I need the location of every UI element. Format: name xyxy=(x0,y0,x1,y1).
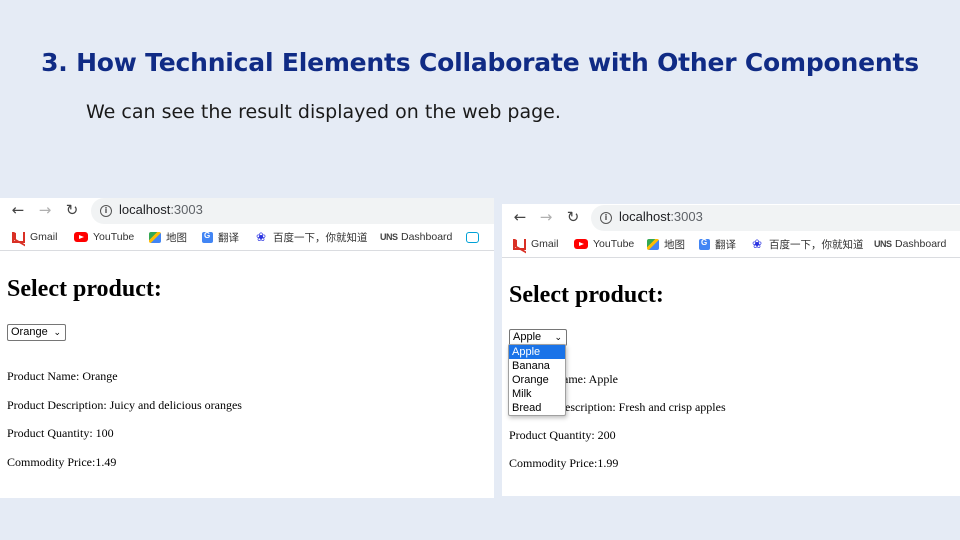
baidu-icon: ❀ xyxy=(752,236,763,251)
dashboard-icon: UNS xyxy=(380,231,398,242)
product-description: escription: Fresh and crisp apples xyxy=(565,400,726,414)
arrow-left-icon[interactable]: ← xyxy=(8,200,28,220)
address-bar[interactable]: i localhost:3003 xyxy=(591,205,960,231)
bookmark-maps[interactable]: 地图 xyxy=(647,237,685,251)
bilibili-icon xyxy=(466,231,479,243)
product-price: Commodity Price:1.99 xyxy=(509,456,619,470)
gmail-icon xyxy=(513,238,526,250)
product-name: Product Name: Orange xyxy=(7,369,118,383)
product-select[interactable]: Orange ⌄ xyxy=(7,324,66,341)
url-text: localhost:3003 xyxy=(619,209,703,224)
browser-screenshot-left: ← → ↻ i localhost:3003 Gmail YouTube 地图 … xyxy=(0,198,494,498)
bookmark-translate[interactable]: 翻译 xyxy=(699,237,736,251)
product-name: ame: Apple xyxy=(563,372,618,386)
address-bar[interactable]: i localhost:3003 xyxy=(91,198,494,224)
product-quantity: Product Quantity: 200 xyxy=(509,428,616,442)
info-icon[interactable]: i xyxy=(600,212,612,224)
browser-screenshot-right: ← → ↻ i localhost:3003 Gmail YouTube 地图 … xyxy=(502,204,960,496)
page-heading: Select product: xyxy=(509,282,664,308)
reload-icon[interactable]: ↻ xyxy=(62,200,82,220)
browser-toolbar: ← → ↻ i localhost:3003 xyxy=(502,205,960,231)
bookmark-dashboard[interactable]: UNS Dashboard xyxy=(380,230,452,244)
arrow-right-icon[interactable]: → xyxy=(536,207,556,227)
info-icon[interactable]: i xyxy=(100,205,112,217)
bookmark-gmail[interactable]: Gmail xyxy=(12,230,57,244)
maps-icon xyxy=(149,231,161,243)
arrow-right-icon[interactable]: → xyxy=(35,200,55,220)
arrow-left-icon[interactable]: ← xyxy=(510,207,530,227)
product-dropdown-list: Apple Banana Orange Milk Bread xyxy=(508,344,566,416)
gmail-icon xyxy=(12,231,25,243)
product-price: Commodity Price:1.49 xyxy=(7,455,117,469)
bookmark-gmail[interactable]: Gmail xyxy=(513,237,558,251)
dashboard-icon: UNS xyxy=(874,238,892,249)
dropdown-option[interactable]: Banana xyxy=(509,359,565,373)
bookmark-baidu[interactable]: ❀ 百度一下，你就知道 xyxy=(256,230,368,244)
bookmarks-bar: Gmail YouTube 地图 翻译 ❀百度一下，你就知道 UNSDashbo… xyxy=(502,231,960,258)
maps-icon xyxy=(647,238,659,250)
slide-title: 3. How Technical Elements Collaborate wi… xyxy=(41,48,919,77)
product-quantity: Product Quantity: 100 xyxy=(7,426,114,440)
bookmark-youtube[interactable]: YouTube xyxy=(574,237,634,251)
chevron-down-icon: ⌄ xyxy=(554,332,562,342)
youtube-icon xyxy=(574,239,588,249)
baidu-icon: ❀ xyxy=(256,229,267,244)
translate-icon xyxy=(699,238,710,250)
dropdown-option[interactable]: Milk xyxy=(509,387,565,401)
chevron-down-icon: ⌄ xyxy=(53,327,61,337)
url-text: localhost:3003 xyxy=(119,202,203,217)
product-description: Product Description: Juicy and delicious… xyxy=(7,398,242,412)
bookmark-maps[interactable]: 地图 xyxy=(149,230,187,244)
bookmark-dashboard[interactable]: UNS Dashboard xyxy=(874,237,946,251)
page-heading: Select product: xyxy=(7,276,162,302)
dropdown-option[interactable]: Orange xyxy=(509,373,565,387)
translate-icon xyxy=(202,231,213,243)
browser-toolbar: ← → ↻ i localhost:3003 xyxy=(0,198,494,224)
bookmarks-bar: Gmail YouTube 地图 翻译 ❀百度一下，你就知道 UNSDashbo… xyxy=(0,224,494,251)
bookmark-translate[interactable]: 翻译 xyxy=(202,230,239,244)
reload-icon[interactable]: ↻ xyxy=(563,207,583,227)
dropdown-option[interactable]: Apple xyxy=(509,345,565,359)
youtube-icon xyxy=(74,232,88,242)
bookmark-bilibili[interactable] xyxy=(466,230,484,244)
dropdown-option[interactable]: Bread xyxy=(509,401,565,415)
bookmark-baidu[interactable]: ❀ 百度一下，你就知道 xyxy=(752,237,864,251)
slide-subtitle: We can see the result displayed on the w… xyxy=(86,101,561,123)
bookmark-youtube[interactable]: YouTube xyxy=(74,230,134,244)
